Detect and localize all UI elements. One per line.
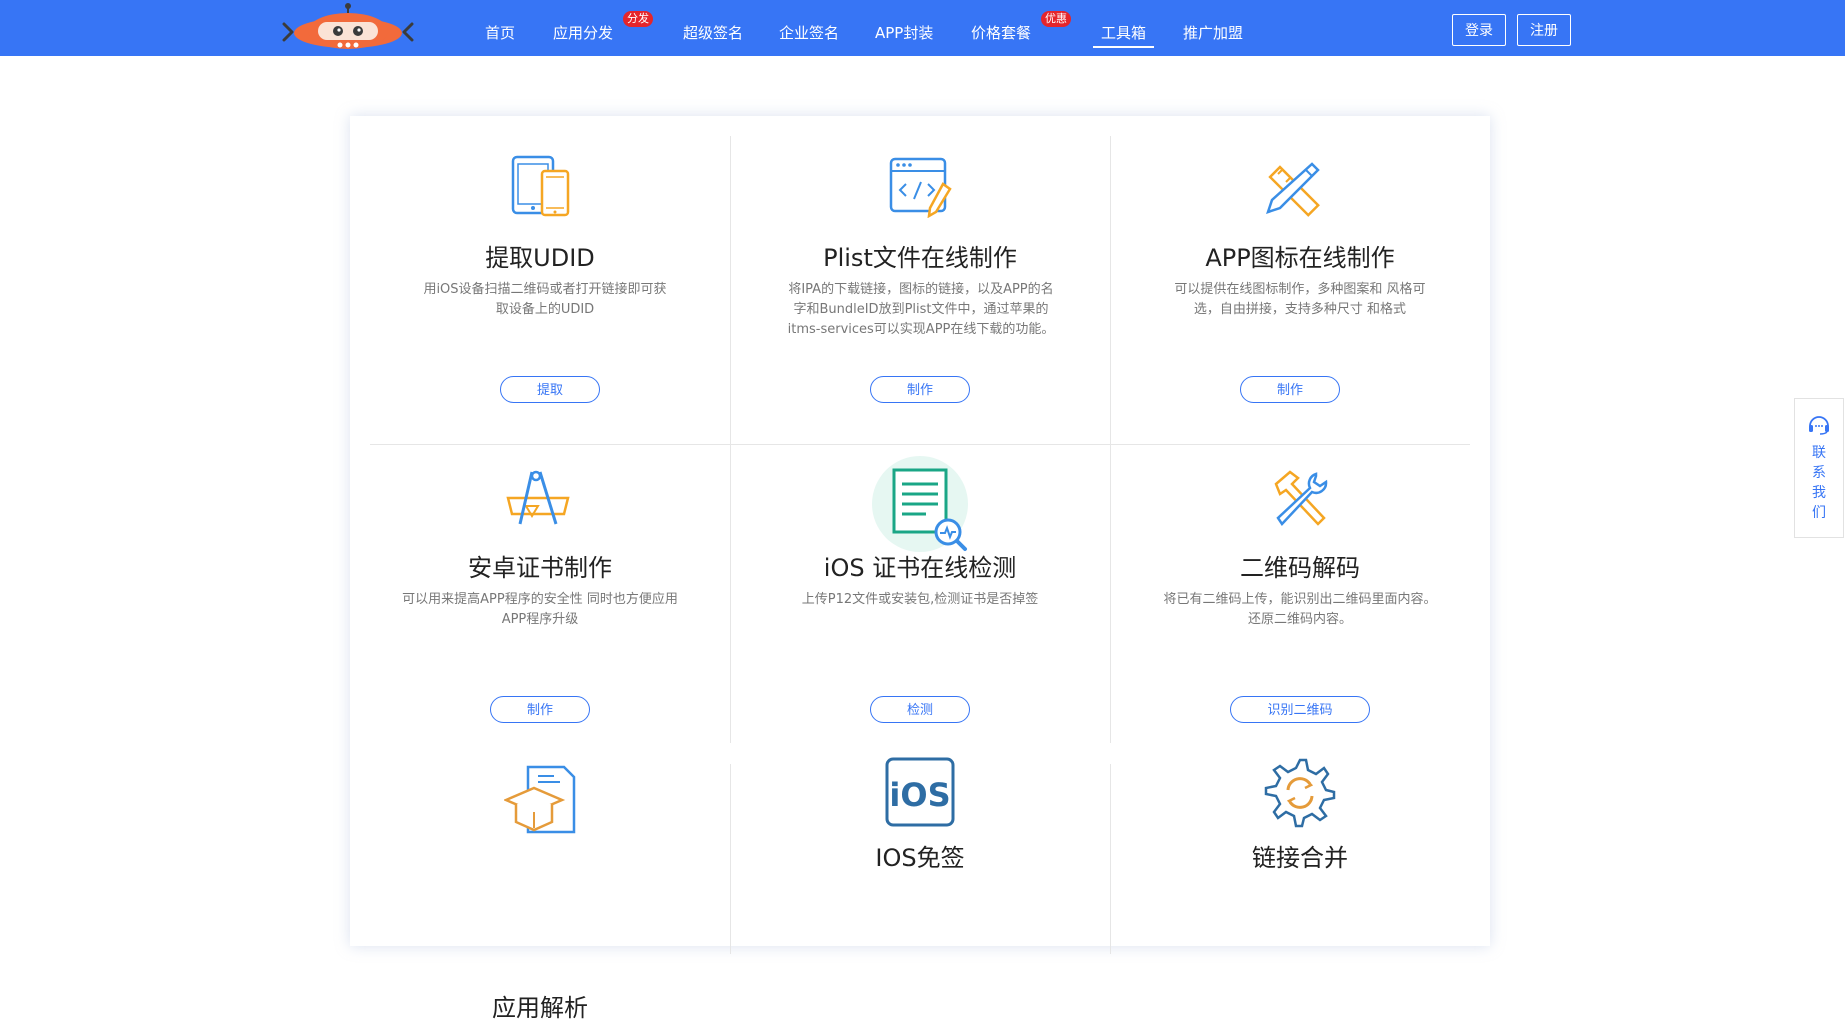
- tool-title: 链接合并: [1252, 844, 1348, 872]
- tool-card-ios-no-sign: iOS IOS免签: [730, 757, 1110, 954]
- compass-ruler-icon: [506, 470, 570, 525]
- nav-item-toolbox[interactable]: 工具箱: [1092, 0, 1155, 56]
- tool-title: 二维码解码: [1240, 554, 1360, 582]
- check-cert-button[interactable]: 检测: [870, 696, 970, 723]
- nav-item-enterprise-signature[interactable]: 企业签名: [779, 0, 839, 56]
- tool-description: 可以提供在线图标制作，多种图案和 风格可选，自由拼接，支持多种尺寸 和格式: [1174, 282, 1426, 317]
- hammer-wrench-icon: [1274, 470, 1328, 527]
- extract-udid-button[interactable]: 提取: [500, 376, 600, 403]
- decode-qr-button[interactable]: 识别二维码: [1230, 696, 1370, 723]
- tool-description: 将已有二维码上传，能识别出二维码里面内容。 还原二维码内容。: [1163, 592, 1437, 627]
- tool-title: APP图标在线制作: [1205, 244, 1395, 272]
- svg-text:iOS: iOS: [889, 776, 950, 814]
- tool-description: 可以用来提高APP程序的安全性 同时也方便应用APP程序升级: [402, 592, 678, 627]
- tool-title: iOS 证书在线检测: [823, 554, 1017, 582]
- register-button[interactable]: 注册: [1517, 14, 1571, 46]
- nav-item-app-distribution[interactable]: 应用分发: [553, 0, 613, 56]
- nav-item-home[interactable]: 首页: [485, 0, 515, 56]
- ios-badge-icon: iOS: [885, 757, 955, 827]
- tool-card-udid: 提取UDID 用iOS设备扫描二维码或者打开链接即可获取设备上的UDID 提取: [350, 116, 730, 436]
- make-android-cert-button[interactable]: 制作: [490, 696, 590, 723]
- tool-title: 应用解析: [492, 994, 588, 1022]
- robot-logo-icon[interactable]: [282, 2, 414, 54]
- tool-description: 上传P12文件或安装包,检测证书是否掉签: [801, 592, 1039, 607]
- graduation-cap-icon: [504, 765, 576, 834]
- tool-card-qr-decode: 二维码解码 将已有二维码上传，能识别出二维码里面内容。 还原二维码内容。 识别二…: [1110, 444, 1490, 744]
- contact-label-char: 系: [1812, 465, 1826, 481]
- code-window-icon: [889, 157, 952, 218]
- ruler-pencil-icon: [1266, 162, 1320, 217]
- make-icon-button[interactable]: 制作: [1240, 376, 1340, 403]
- gear-sync-icon: [1264, 758, 1336, 828]
- tool-card-ios-cert-check: iOS 证书在线检测 上传P12文件或安装包,检测证书是否掉签 检测: [730, 444, 1110, 744]
- tool-card-app-parse: 应用解析: [350, 764, 730, 1022]
- tool-title: IOS免签: [875, 844, 965, 872]
- make-plist-button[interactable]: 制作: [870, 376, 970, 403]
- nav-badge-distribution: 分发: [623, 11, 653, 27]
- nav-item-super-signature[interactable]: 超级签名: [683, 0, 743, 56]
- tool-card-link-merge: 链接合并: [1110, 758, 1490, 954]
- tool-title: Plist文件在线制作: [823, 244, 1017, 272]
- nav-item-affiliate[interactable]: 推广加盟: [1183, 0, 1243, 56]
- top-navbar: 首页 应用分发 分发 超级签名 企业签名 APP封装 价格套餐 优惠 工具箱 推…: [0, 0, 1845, 56]
- tool-card-android-cert: 安卓证书制作 可以用来提高APP程序的安全性 同时也方便应用APP程序升级 制作: [350, 444, 730, 744]
- headset-icon: [1809, 416, 1829, 435]
- nav-item-app-packaging[interactable]: APP封装: [875, 0, 933, 56]
- tool-title: 安卓证书制作: [468, 554, 612, 582]
- contact-label-char: 我: [1812, 485, 1826, 501]
- contact-us-widget[interactable]: 联 系 我 们: [1794, 398, 1844, 538]
- login-button[interactable]: 登录: [1452, 14, 1506, 46]
- contact-label-char: 们: [1812, 505, 1826, 521]
- toolbox-panel: 提取UDID 用iOS设备扫描二维码或者打开链接即可获取设备上的UDID 提取 …: [350, 116, 1490, 1022]
- tool-card-app-icon: APP图标在线制作 可以提供在线图标制作，多种图案和 风格可选，自由拼接，支持多…: [1110, 116, 1490, 436]
- devices-icon: [511, 155, 570, 217]
- tool-description: 将IPA的下载链接，图标的链接，以及APP的名字和BundleID放到Plist…: [787, 282, 1055, 337]
- nav-item-pricing[interactable]: 价格套餐: [971, 0, 1031, 56]
- nav-badge-discount: 优惠: [1041, 11, 1071, 27]
- tool-title: 提取UDID: [485, 244, 595, 272]
- tool-card-plist: Plist文件在线制作 将IPA的下载链接，图标的链接，以及APP的名字和Bun…: [730, 116, 1110, 436]
- tool-description: 用iOS设备扫描二维码或者打开链接即可获取设备上的UDID: [423, 282, 667, 317]
- document-search-icon: [872, 456, 968, 552]
- contact-label-char: 联: [1812, 445, 1826, 461]
